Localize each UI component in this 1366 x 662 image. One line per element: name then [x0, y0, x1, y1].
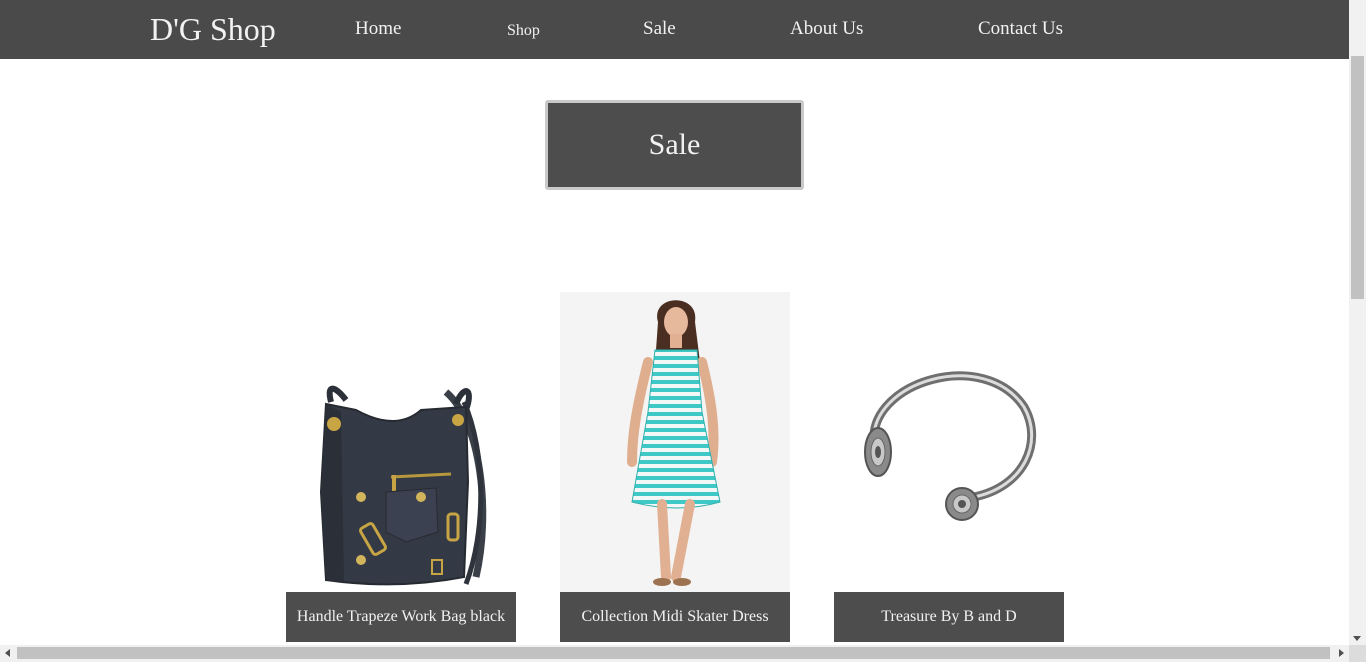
scroll-left-arrow-icon[interactable] [5, 649, 10, 657]
handbag-image[interactable] [286, 292, 516, 592]
nav-link-contact-us[interactable]: Contact Us [978, 17, 1063, 41]
scrollbar-corner [1349, 645, 1366, 662]
product-name-label[interactable]: Treasure By B and D [834, 592, 1064, 642]
horizontal-scrollbar-thumb[interactable] [17, 647, 1330, 659]
nav-link-shop[interactable]: Shop [507, 19, 540, 43]
bracelet-image[interactable] [834, 292, 1064, 592]
nav-link-sale[interactable]: Sale [643, 17, 676, 41]
product-card[interactable]: Collection Midi Skater Dress [560, 292, 790, 642]
brand-logo-link[interactable]: D'G Shop [150, 9, 276, 49]
navbar: D'G Shop Home Shop Sale About Us Contact… [0, 0, 1349, 59]
vertical-scrollbar[interactable] [1349, 0, 1366, 645]
product-name-label[interactable]: Handle Trapeze Work Bag black [286, 592, 516, 642]
dress-image[interactable] [560, 292, 790, 592]
horizontal-scrollbar[interactable] [0, 645, 1349, 662]
product-card[interactable]: Treasure By B and D [834, 292, 1064, 642]
page-title: Sale [648, 128, 701, 161]
nav-link-about-us[interactable]: About Us [790, 17, 863, 41]
page-viewport: D'G Shop Home Shop Sale About Us Contact… [0, 0, 1349, 645]
vertical-scrollbar-thumb[interactable] [1351, 56, 1364, 299]
product-card[interactable]: Handle Trapeze Work Bag black [286, 292, 516, 642]
product-name-label[interactable]: Collection Midi Skater Dress [560, 592, 790, 642]
nav-link-home[interactable]: Home [355, 17, 401, 41]
scroll-right-arrow-icon[interactable] [1339, 649, 1344, 657]
sale-heading-box: Sale [545, 100, 804, 190]
scroll-down-arrow-icon[interactable] [1353, 636, 1361, 641]
